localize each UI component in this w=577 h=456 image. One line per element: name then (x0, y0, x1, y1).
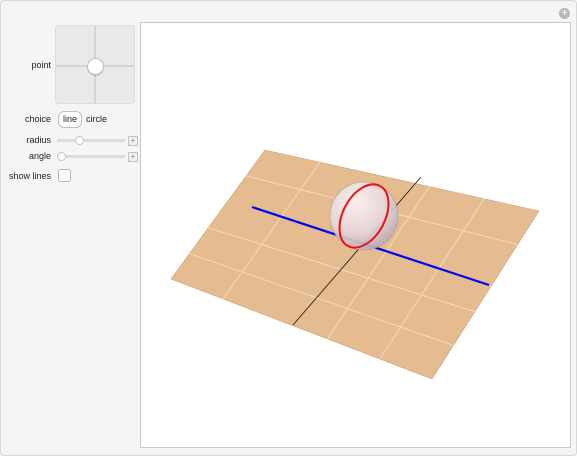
show-lines-checkbox[interactable] (58, 169, 71, 182)
choice-option-line[interactable]: line (58, 111, 83, 128)
point-locator-knob[interactable] (87, 58, 104, 75)
angle-slider-thumb[interactable] (57, 152, 66, 161)
radius-plus-icon[interactable]: + (128, 136, 138, 146)
choice-label: choice (24, 114, 51, 124)
sphere (329, 181, 399, 251)
choice-setter: line circle (58, 111, 111, 128)
radius-slider-track[interactable] (57, 139, 125, 142)
radius-slider-thumb[interactable] (75, 136, 84, 145)
show-lines-label: show lines (8, 171, 51, 181)
3d-scene (170, 149, 540, 380)
angle-plus-icon[interactable]: + (128, 152, 138, 162)
radius-label: radius (26, 135, 51, 145)
expand-panel-plus-icon[interactable]: + (559, 8, 570, 19)
point-label: point (31, 60, 51, 70)
point-locator-pad[interactable] (55, 25, 135, 104)
graphics-canvas[interactable] (140, 22, 571, 448)
choice-option-circle[interactable]: circle (82, 111, 111, 128)
angle-slider-track[interactable] (57, 155, 125, 158)
angle-label: angle (28, 151, 51, 161)
